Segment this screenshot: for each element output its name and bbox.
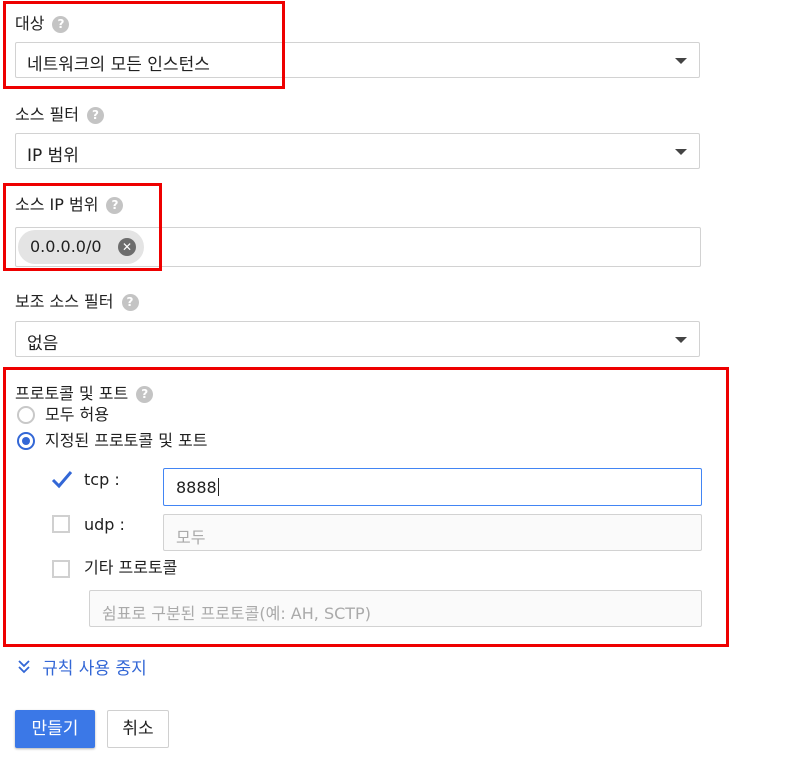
create-button[interactable]: 만들기 (15, 710, 95, 748)
disable-rule-link[interactable]: 규칙 사용 중지 (17, 654, 147, 679)
secondary-filter-label: 보조 소스 필터 (15, 292, 114, 311)
help-icon[interactable]: ? (121, 294, 139, 311)
dropdown-arrow-icon (675, 58, 687, 64)
source-filter-value: IP 범위 (27, 146, 79, 166)
source-filter-label: 소스 필터 (15, 105, 79, 124)
source-filter-label-row: 소스 필터? (15, 105, 104, 125)
secondary-filter-select[interactable]: 없음 (15, 321, 700, 357)
secondary-filter-value: 없음 (27, 334, 59, 354)
chevron-double-down-icon (18, 660, 30, 674)
dropdown-arrow-icon (675, 337, 687, 343)
cancel-button[interactable]: 취소 (107, 710, 169, 748)
secondary-filter-label-row: 보조 소스 필터? (15, 292, 139, 312)
highlight-box-target (3, 1, 285, 89)
help-icon[interactable]: ? (86, 107, 104, 124)
source-filter-select[interactable]: IP 범위 (15, 133, 700, 169)
disable-rule-label: 규칙 사용 중지 (42, 659, 147, 679)
dropdown-arrow-icon (675, 149, 687, 155)
highlight-box-protocols (3, 367, 729, 647)
highlight-box-source-ip (3, 183, 162, 271)
